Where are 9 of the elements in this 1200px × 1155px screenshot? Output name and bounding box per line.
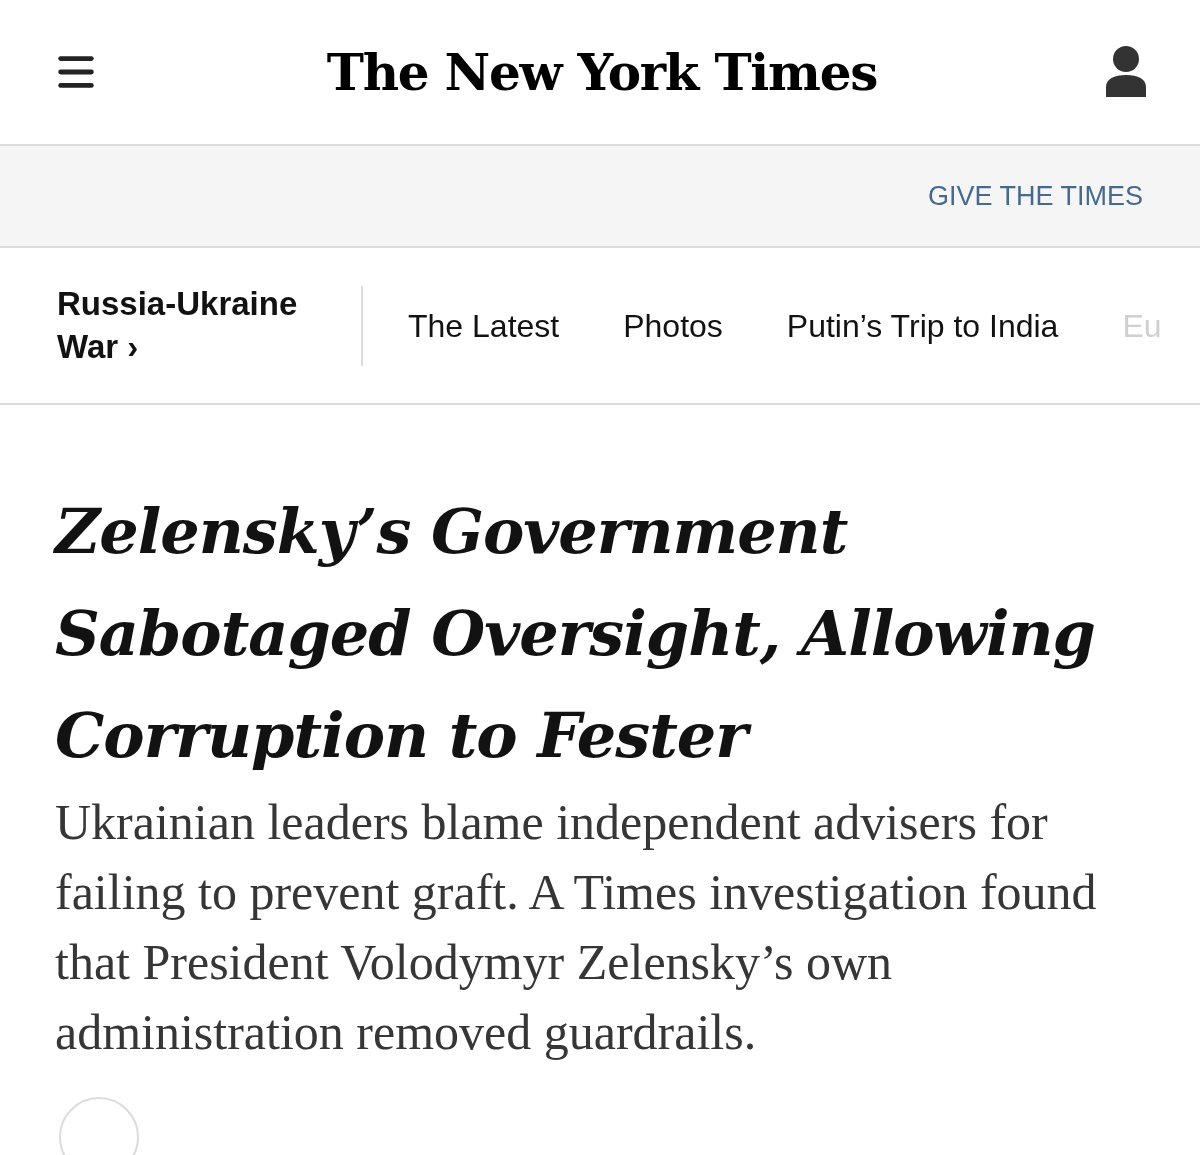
give-the-times-link[interactable]: GIVE THE TIMES bbox=[927, 175, 1143, 217]
account-icon[interactable] bbox=[1104, 45, 1148, 99]
headline: Zelensky’s Government Sabotaged Oversight, Allowing Corruption to Fester bbox=[55, 494, 1096, 774]
section-link[interactable]: Russia-Ukraine War › bbox=[57, 282, 327, 369]
nav-link[interactable]: Putin’s Trip to India bbox=[786, 301, 1059, 350]
nav-link[interactable]: Photos bbox=[623, 301, 723, 350]
article-summary: Ukrainian leaders blame independent advisers for failing to prevent graft. A Times investigation found that President Volodymyr Zelensky’s own administration removed guardrails. bbox=[55, 793, 1098, 1062]
nav-link[interactable]: The Latest bbox=[408, 301, 560, 350]
newspaper-logo[interactable]: The New York Times bbox=[326, 34, 878, 110]
